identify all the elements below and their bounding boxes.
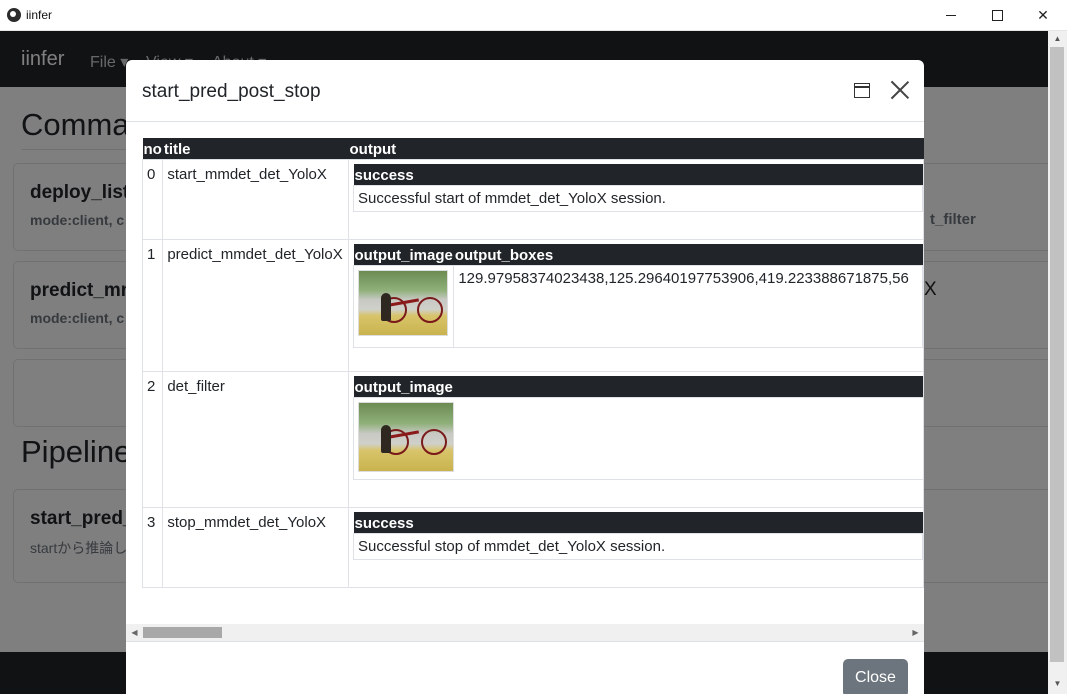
result-modal: start_pred_post_stop no title output 0 s… [126,60,924,694]
window-scrollbar[interactable]: ▲ ▼ [1048,31,1067,694]
window-title-bar: iinfer ✕ [0,0,1067,31]
output-image-header: output_image [353,244,454,266]
overflow-text: X [924,279,937,300]
row-title: det_filter [162,371,349,508]
horizontal-scrollbar[interactable]: ◀ ▶ [126,624,924,641]
column-header-title: title [162,138,349,160]
table-row: 3 stop_mmdet_det_YoloX success Successfu… [142,507,924,588]
row-no: 0 [142,159,164,240]
output-image-cell [353,397,923,480]
maximize-button[interactable] [974,0,1020,31]
close-button[interactable]: Close [843,659,908,694]
output-boxes-value: 129.97958374023438,125.29640197753906,41… [453,265,923,348]
column-header-output: output [348,138,924,160]
modal-body: no title output 0 start_mmdet_det_YoloX … [142,122,924,625]
modal-title: start_pred_post_stop [142,81,321,102]
modal-close-icon[interactable] [890,80,910,100]
maximize-icon [991,10,1003,21]
window-close-button[interactable]: ✕ [1020,0,1066,31]
row-no: 3 [142,507,164,588]
column-header-no: no [142,138,163,160]
app-icon [7,8,21,22]
minimize-button[interactable] [928,0,974,31]
scroll-right-icon[interactable]: ▶ [907,624,924,641]
output-image-header: output_image [353,376,923,398]
row-output: output_image [348,371,924,508]
table-row: 2 det_filter output_image [142,371,924,508]
table-row: 1 predict_mmdet_det_YoloX output_image o… [142,239,924,372]
scroll-up-icon[interactable]: ▲ [1048,32,1067,46]
table-row: 0 start_mmdet_det_YoloX success Successf… [142,159,924,240]
row-title: stop_mmdet_det_YoloX [162,507,349,588]
fullscreen-icon[interactable] [854,83,870,98]
row-title: start_mmdet_det_YoloX [162,159,349,240]
output-table: success Successful start of mmdet_det_Yo… [353,164,923,212]
row-output: success Successful start of mmdet_det_Yo… [348,159,924,240]
output-image-cell [352,265,455,348]
modal-footer: Close [126,641,924,694]
row-no: 1 [142,239,164,372]
modal-header: start_pred_post_stop [126,60,924,122]
output-table: output_image [353,376,923,480]
scroll-left-icon[interactable]: ◀ [126,624,143,641]
output-table: output_image output_boxes 129.9795837402… [352,244,923,348]
output-header: success [353,164,923,186]
output-header: success [353,512,923,534]
close-icon: ✕ [1037,7,1049,23]
output-image[interactable] [358,270,448,336]
output-image[interactable] [358,402,454,472]
output-text: Successful stop of mmdet_det_YoloX sessi… [353,533,923,560]
output-table: success Successful stop of mmdet_det_Yol… [353,512,923,560]
row-no: 2 [142,371,164,508]
horizontal-scrollbar-thumb[interactable] [143,627,222,638]
row-output: success Successful stop of mmdet_det_Yol… [348,507,924,588]
output-text: Successful start of mmdet_det_YoloX sess… [353,185,923,212]
minimize-icon [946,15,956,16]
window-title: iinfer [26,8,53,22]
row-title: predict_mmdet_det_YoloX [162,239,349,372]
output-boxes-header: output_boxes [453,244,923,266]
scroll-down-icon[interactable]: ▼ [1048,677,1067,691]
row-output: output_image output_boxes 129.9795837402… [348,239,924,372]
result-table: no title output 0 start_mmdet_det_YoloX … [142,138,924,588]
scrollbar-thumb[interactable] [1050,47,1064,662]
